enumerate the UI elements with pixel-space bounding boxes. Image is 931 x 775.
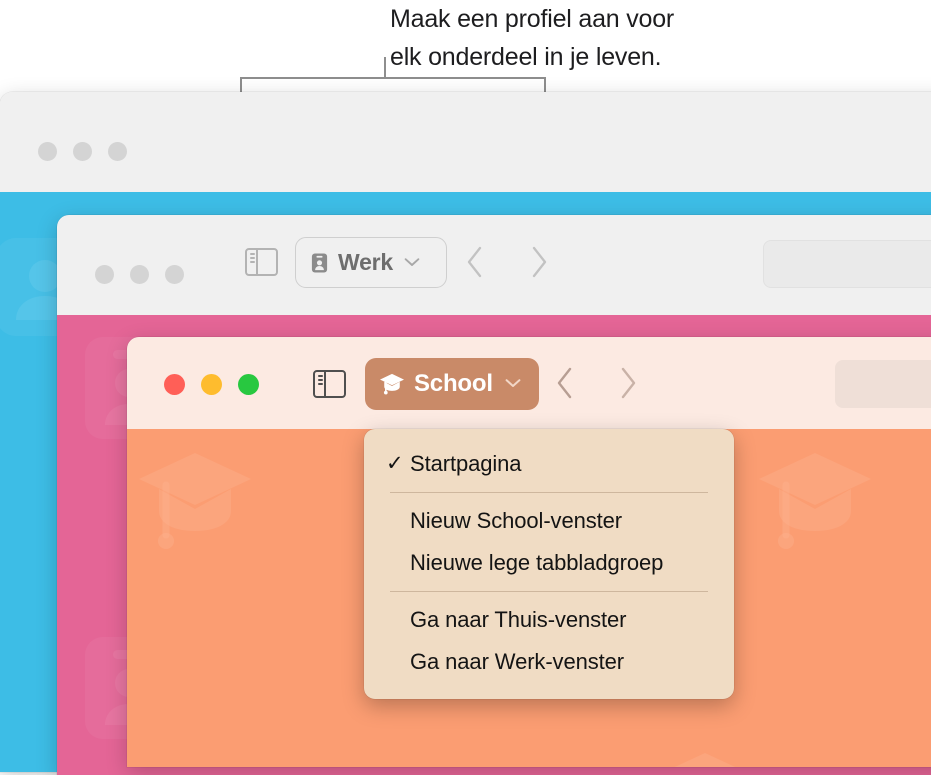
id-badge-icon [310, 252, 329, 274]
nav-arrows-werk [465, 245, 549, 284]
profile-menu[interactable]: ✓ Startpagina Nieuw School-venster Nieuwe l… [364, 429, 734, 699]
menu-separator [390, 591, 708, 592]
profile-pill-label: Werk [338, 249, 394, 275]
chevron-left-icon[interactable] [465, 245, 485, 284]
search-field-school[interactable] [835, 360, 931, 408]
menu-item-label: Startpagina [410, 451, 522, 476]
graduation-cap-icon [755, 447, 875, 562]
nav-arrows-school [555, 366, 638, 405]
search-field-werk[interactable] [763, 240, 931, 288]
close-button[interactable] [38, 142, 57, 161]
callout-bracket-stem [384, 57, 386, 79]
callout-line-1: Maak een profiel aan voor [390, 5, 675, 33]
callout-line-2: elk onderdeel in je leven. [390, 43, 662, 71]
zoom-button[interactable] [238, 374, 259, 395]
minimize-button[interactable] [73, 142, 92, 161]
zoom-button[interactable] [108, 142, 127, 161]
checkmark-icon: ✓ [386, 452, 404, 475]
minimize-button[interactable] [130, 265, 149, 284]
menu-item-nieuwe-lege-tabbladgroep[interactable]: Nieuwe lege tabbladgroep [364, 542, 734, 584]
graduation-cap-icon [379, 372, 405, 396]
toolbar-thuis: Thuis [0, 92, 931, 259]
menu-item-label: Nieuwe lege tabbladgroep [410, 550, 664, 575]
traffic-lights-school [164, 374, 259, 395]
graduation-cap-icon [135, 447, 255, 562]
menu-item-startpagina[interactable]: ✓ Startpagina [364, 443, 734, 485]
menu-item-nieuw-school-venster[interactable]: Nieuw School-venster [364, 500, 734, 542]
menu-separator [390, 492, 708, 493]
menu-item-label: Nieuw School-venster [410, 508, 622, 533]
profile-pill-label: School [414, 370, 493, 397]
traffic-lights-werk [95, 265, 184, 284]
menu-item-ga-naar-thuis-venster[interactable]: Ga naar Thuis-venster [364, 599, 734, 641]
toolbar-werk: Werk [57, 215, 931, 315]
search-input[interactable] [835, 360, 931, 408]
callout-caption: Maak een profiel aan voor elk onderdeel … [390, 0, 820, 76]
chevron-right-icon[interactable] [529, 245, 549, 284]
sidebar-toggle-icon[interactable] [313, 370, 346, 398]
chevron-left-icon[interactable] [555, 366, 575, 405]
close-button[interactable] [95, 265, 114, 284]
menu-item-label: Ga naar Werk-venster [410, 649, 625, 674]
search-input[interactable] [764, 241, 931, 287]
graduation-cap-icon [645, 747, 765, 767]
menu-item-ga-naar-werk-venster[interactable]: Ga naar Werk-venster [364, 641, 734, 683]
toolbar-school: School [127, 337, 931, 429]
traffic-lights-thuis [38, 142, 127, 161]
close-button[interactable] [164, 374, 185, 395]
chevron-right-icon[interactable] [618, 366, 638, 405]
sidebar-toggle-icon[interactable] [245, 248, 278, 276]
minimize-button[interactable] [201, 374, 222, 395]
profile-pill-school[interactable]: School [365, 358, 539, 410]
zoom-button[interactable] [165, 265, 184, 284]
profile-pill-werk[interactable]: Werk [295, 237, 447, 288]
menu-item-label: Ga naar Thuis-venster [410, 607, 627, 632]
chevron-down-icon [404, 254, 420, 272]
chevron-down-icon [505, 375, 521, 393]
